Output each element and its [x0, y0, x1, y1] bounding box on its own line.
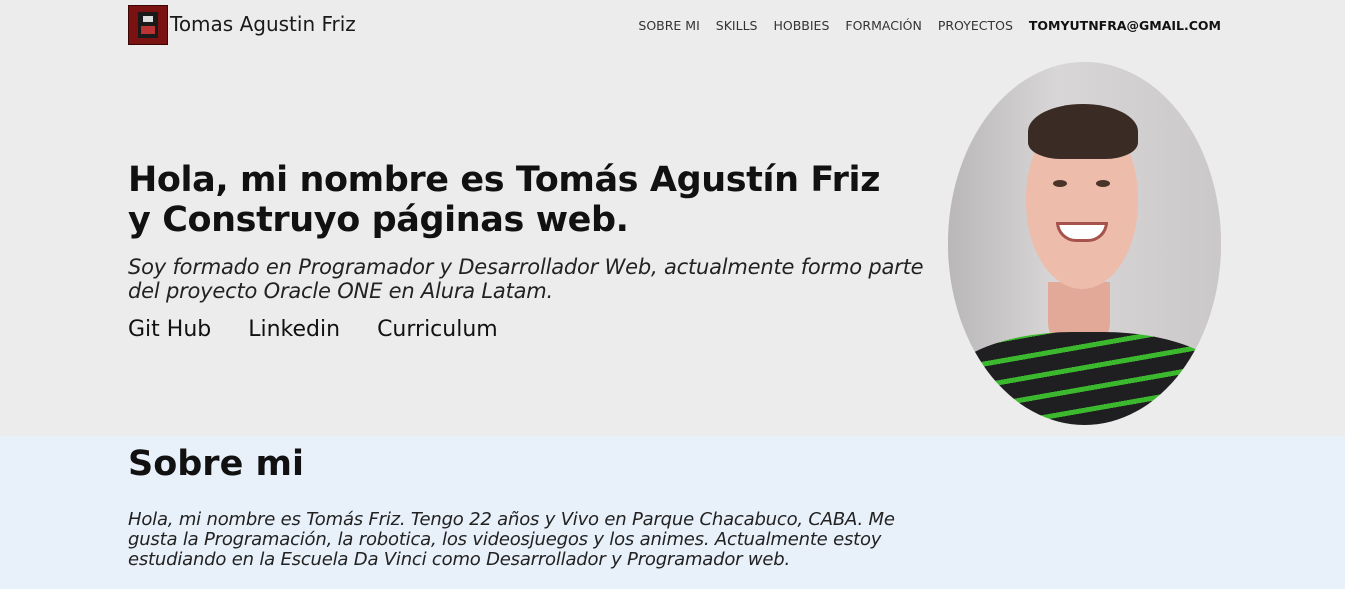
nav-link-sobre-mi[interactable]: SOBRE MI [638, 18, 699, 33]
linkedin-link[interactable]: Linkedin [248, 317, 340, 342]
profile-photo [948, 62, 1221, 425]
github-link[interactable]: Git Hub [128, 317, 211, 342]
nav-link-hobbies[interactable]: HOBBIES [773, 18, 829, 33]
hero-title: Hola, mi nombre es Tomás Agustín Friz y … [128, 160, 881, 240]
about-text: Hola, mi nombre es Tomás Friz. Tengo 22 … [128, 509, 895, 570]
nav-link-skills[interactable]: SKILLS [716, 18, 758, 33]
nav-link-formacion[interactable]: FORMACIÓN [845, 18, 921, 33]
logo-icon[interactable] [128, 5, 168, 45]
about-title: Sobre mi [128, 444, 304, 484]
nav-link-proyectos[interactable]: PROYECTOS [938, 18, 1013, 33]
nav-menu: SOBRE MI SKILLS HOBBIES FORMACIÓN PROYEC… [638, 18, 1221, 33]
top-navbar: Tomas Agustin Friz SOBRE MI SKILLS HOBBI… [0, 0, 1345, 52]
about-section: Sobre mi Hola, mi nombre es Tomás Friz. … [0, 436, 1345, 589]
nav-link-email[interactable]: TOMYUTNFRA@GMAIL.COM [1029, 18, 1221, 33]
curriculum-link[interactable]: Curriculum [377, 317, 498, 342]
brand-name[interactable]: Tomas Agustin Friz [170, 12, 356, 36]
hero-links: Git Hub Linkedin Curriculum [128, 317, 498, 342]
hero-subtitle: Soy formado en Programador y Desarrollad… [128, 255, 924, 303]
